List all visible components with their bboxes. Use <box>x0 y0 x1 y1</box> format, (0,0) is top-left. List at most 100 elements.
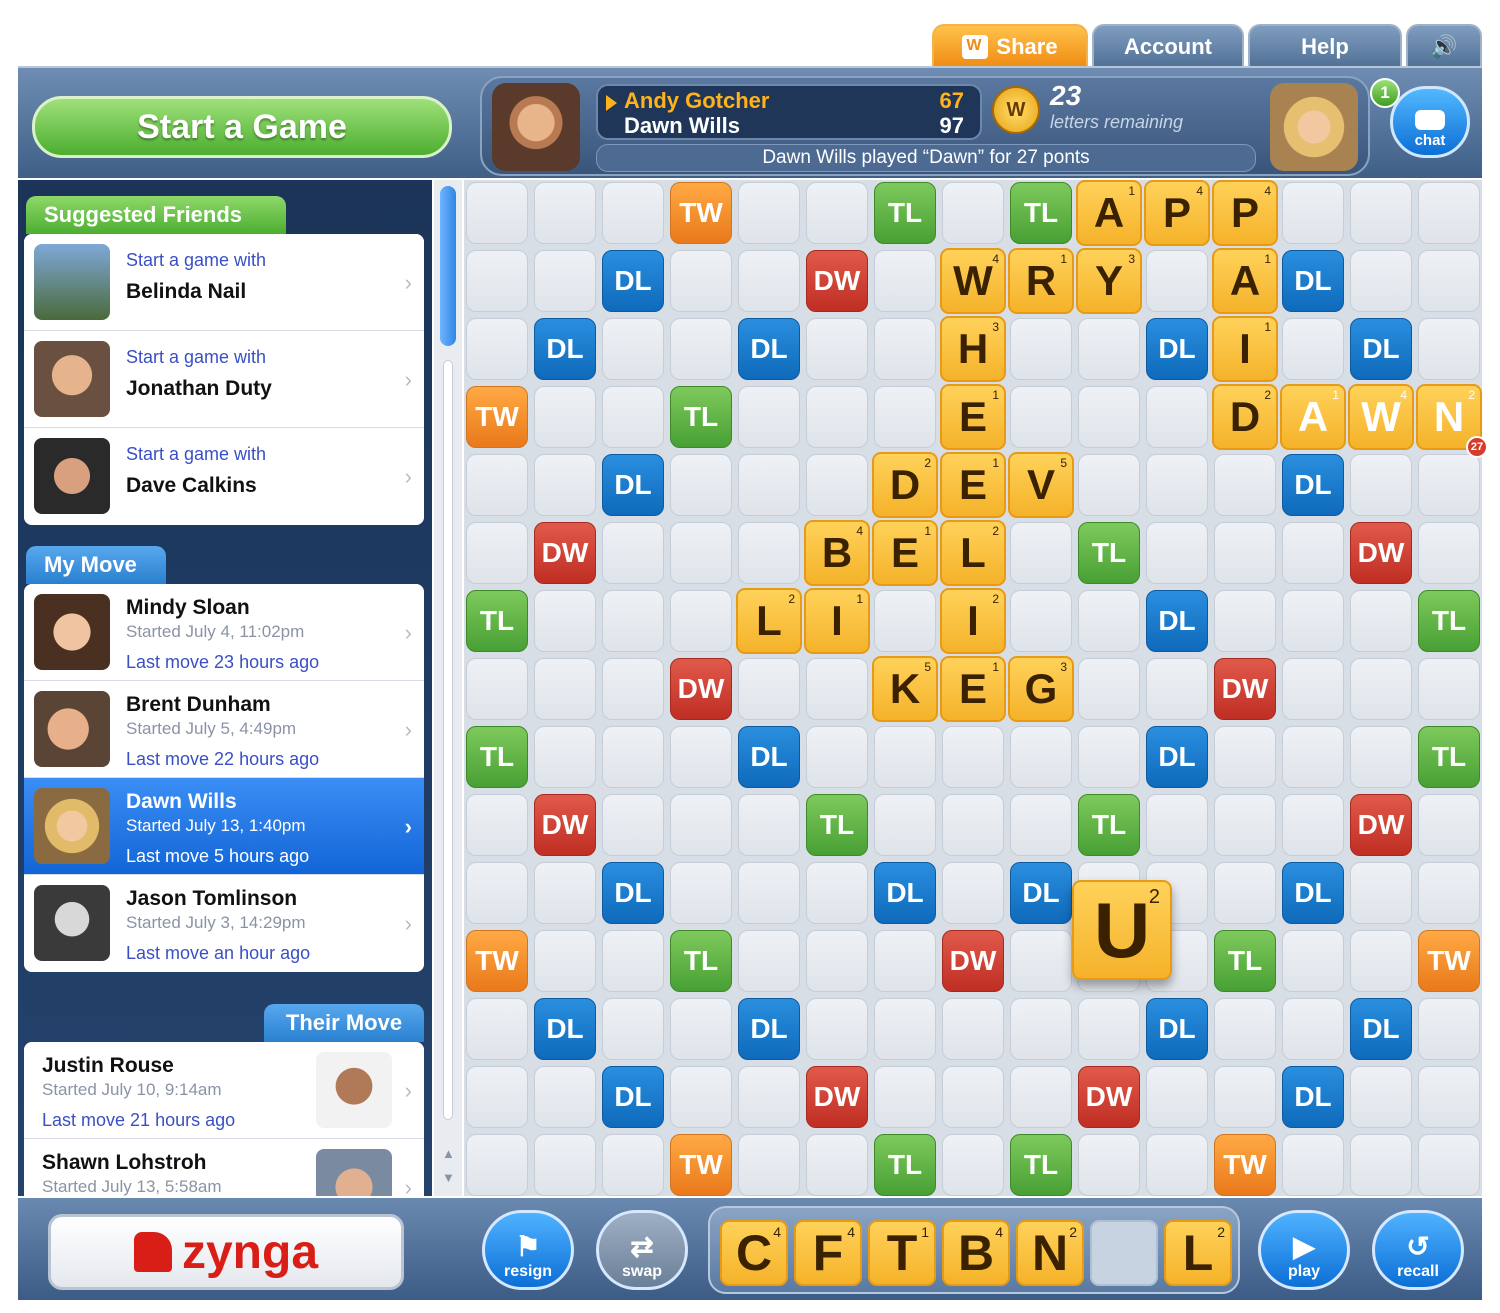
board-cell-dw[interactable]: DW <box>534 522 596 584</box>
board-cell[interactable] <box>1146 454 1208 516</box>
board-cell[interactable] <box>1078 590 1140 652</box>
board-cell[interactable] <box>806 182 868 244</box>
board-cell[interactable] <box>670 522 732 584</box>
board-cell[interactable] <box>942 182 1004 244</box>
board-cell[interactable] <box>1350 658 1412 720</box>
board-cell[interactable] <box>534 1134 596 1196</box>
board-cell[interactable] <box>1146 522 1208 584</box>
board-cell-dl[interactable]: DL <box>1282 862 1344 924</box>
board-cell-tw[interactable]: TW <box>1214 1134 1276 1196</box>
board-cell-dw[interactable]: DW <box>534 794 596 856</box>
game-row[interactable]: Mindy Sloan Started July 4, 11:02pm Last… <box>24 584 424 681</box>
board-cell[interactable] <box>534 182 596 244</box>
board-cell[interactable] <box>738 794 800 856</box>
game-board[interactable]: TW TL TL DL DW DL DL DL DL DL TW TL DL DL DW TL DW TL DL TL… <box>464 180 1488 1196</box>
scroll-track[interactable] <box>443 360 453 1120</box>
board-cell[interactable] <box>1078 998 1140 1060</box>
board-cell[interactable] <box>466 794 528 856</box>
board-cell[interactable] <box>874 318 936 380</box>
suggested-friend-row[interactable]: Start a game with Jonathan Duty › <box>24 331 424 428</box>
tile-rack[interactable]: C4F4T1B4N2L2 <box>708 1206 1240 1294</box>
board-cell-dl[interactable]: DL <box>602 862 664 924</box>
board-cell-dw[interactable]: DW <box>1350 522 1412 584</box>
board-cell[interactable] <box>1146 386 1208 448</box>
board-cell-tl[interactable]: TL <box>466 590 528 652</box>
scroll-thumb[interactable] <box>440 186 456 346</box>
board-cell[interactable] <box>806 862 868 924</box>
rack-tile[interactable]: N2 <box>1016 1220 1084 1286</box>
board-cell[interactable] <box>1350 726 1412 788</box>
board-cell[interactable] <box>670 250 732 312</box>
board-cell[interactable] <box>1146 658 1208 720</box>
board-cell[interactable] <box>1282 794 1344 856</box>
board-cell-tl[interactable]: TL <box>1214 930 1276 992</box>
board-cell[interactable] <box>534 726 596 788</box>
board-cell-dw[interactable]: DW <box>1214 658 1276 720</box>
board-cell[interactable] <box>738 930 800 992</box>
board-cell-dw[interactable]: DW <box>942 930 1004 992</box>
board-cell-dl[interactable]: DL <box>1146 318 1208 380</box>
board-cell[interactable] <box>1078 658 1140 720</box>
start-game-button[interactable]: Start a Game <box>32 96 452 158</box>
board-cell[interactable] <box>1078 318 1140 380</box>
board-cell[interactable] <box>1418 1066 1480 1128</box>
board-cell[interactable] <box>602 726 664 788</box>
scroll-down-arrow-icon[interactable]: ▼ <box>442 1170 455 1185</box>
board-cell[interactable] <box>738 250 800 312</box>
board-cell-tl[interactable]: TL <box>466 726 528 788</box>
board-cell[interactable] <box>1214 590 1276 652</box>
board-cell[interactable] <box>874 930 936 992</box>
board-cell[interactable] <box>1350 250 1412 312</box>
board-cell[interactable] <box>1418 1134 1480 1196</box>
sidebar-scrollbar[interactable]: ▲ ▼ <box>434 180 462 1196</box>
board-cell[interactable] <box>670 794 732 856</box>
board-cell[interactable] <box>806 998 868 1060</box>
chat-button[interactable]: chat <box>1390 86 1470 158</box>
board-cell[interactable] <box>670 998 732 1060</box>
board-cell[interactable] <box>670 454 732 516</box>
board-cell[interactable] <box>1418 658 1480 720</box>
board-cell[interactable] <box>1078 454 1140 516</box>
board-cell[interactable] <box>466 862 528 924</box>
board-cell[interactable] <box>806 658 868 720</box>
board-cell[interactable] <box>806 1134 868 1196</box>
board-cell-tl[interactable]: TL <box>1010 182 1072 244</box>
board-cell[interactable] <box>942 862 1004 924</box>
help-tab[interactable]: Help <box>1248 24 1402 68</box>
board-cell[interactable] <box>738 522 800 584</box>
player-avatar[interactable] <box>1270 83 1358 171</box>
board-cell[interactable] <box>534 386 596 448</box>
board-cell[interactable] <box>602 658 664 720</box>
board-cell[interactable] <box>1418 250 1480 312</box>
board-cell[interactable] <box>1214 862 1276 924</box>
board-cell-dl[interactable]: DL <box>534 998 596 1060</box>
board-cell-dw[interactable]: DW <box>1078 1066 1140 1128</box>
resign-button[interactable]: ⚑ resign <box>482 1210 574 1290</box>
share-tab[interactable]: Share <box>932 24 1088 68</box>
board-cell[interactable] <box>1010 998 1072 1060</box>
board-cell[interactable] <box>874 794 936 856</box>
board-cell-tw[interactable]: TW <box>1418 930 1480 992</box>
board-cell-dl[interactable]: DL <box>602 1066 664 1128</box>
board-cell-tl[interactable]: TL <box>670 930 732 992</box>
board-cell[interactable] <box>738 1134 800 1196</box>
board-cell-tl[interactable]: TL <box>670 386 732 448</box>
board-cell[interactable] <box>1282 658 1344 720</box>
board-cell[interactable] <box>942 1134 1004 1196</box>
board-cell[interactable] <box>1350 454 1412 516</box>
board-cell[interactable] <box>466 1134 528 1196</box>
board-cell[interactable] <box>1282 182 1344 244</box>
board-cell-dw[interactable]: DW <box>806 250 868 312</box>
rack-slot-empty[interactable] <box>1090 1220 1158 1286</box>
board-cell-dl[interactable]: DL <box>602 250 664 312</box>
board-cell[interactable] <box>466 318 528 380</box>
board-cell-tl[interactable]: TL <box>1418 590 1480 652</box>
board-cell-tw[interactable]: TW <box>670 1134 732 1196</box>
board-cell[interactable] <box>1350 590 1412 652</box>
board-cell-dl[interactable]: DL <box>738 726 800 788</box>
board-cell[interactable] <box>738 182 800 244</box>
zynga-logo[interactable]: zynga <box>48 1214 404 1290</box>
board-cell[interactable] <box>1146 250 1208 312</box>
board-cell-dl[interactable]: DL <box>1350 318 1412 380</box>
board-cell[interactable] <box>1282 726 1344 788</box>
